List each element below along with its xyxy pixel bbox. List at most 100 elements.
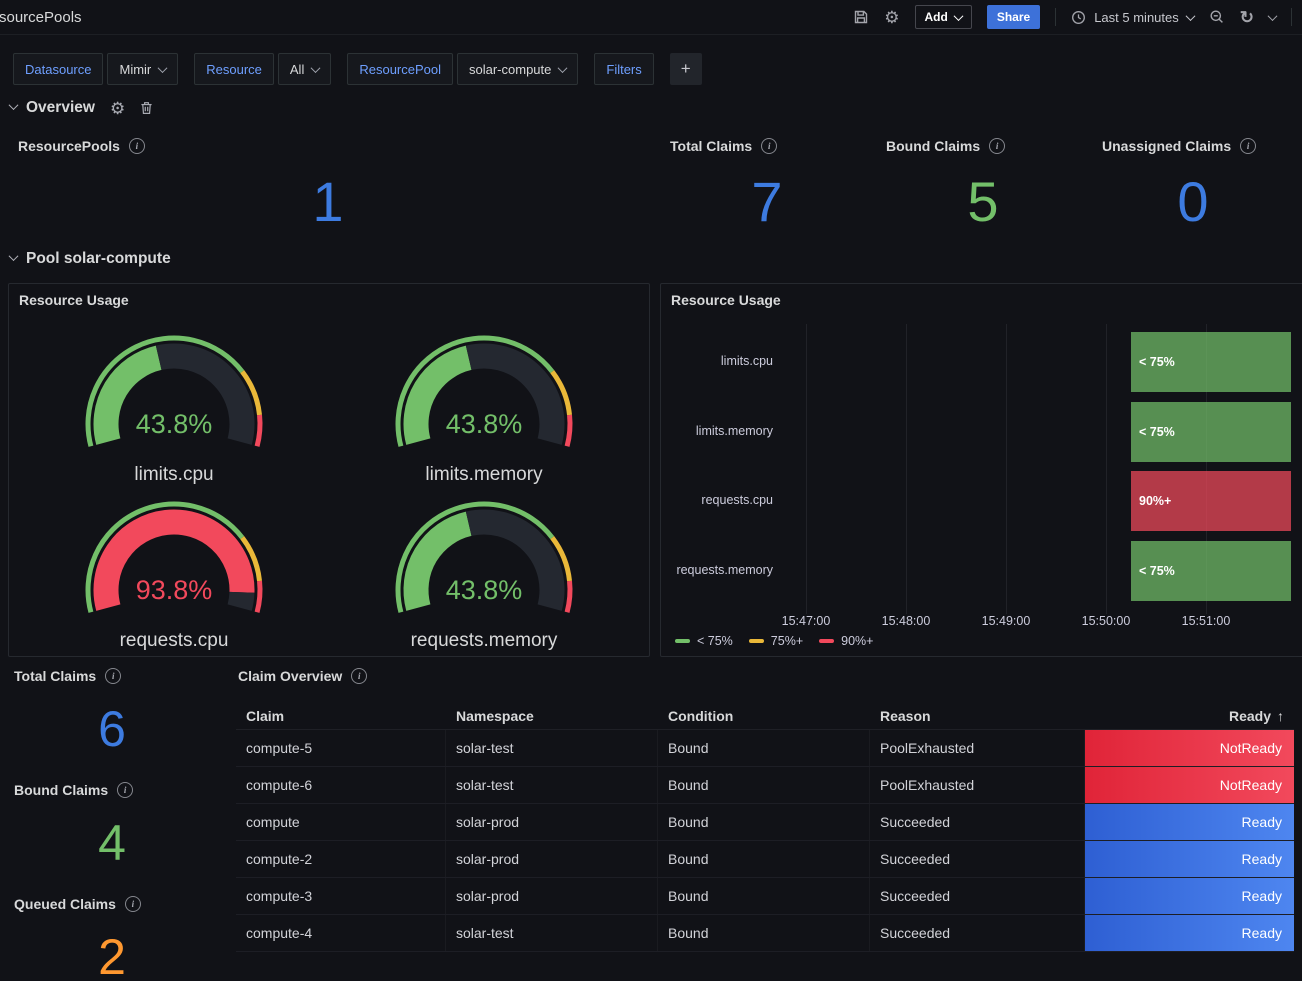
grafana-dashboard: sourcePools Add Share Last 5 minutes — [0, 0, 1302, 981]
add-filter-button[interactable]: + — [670, 53, 702, 85]
chevron-down-icon — [311, 63, 321, 73]
cell-reason: PoolExhausted — [870, 730, 1085, 766]
gridline — [1006, 324, 1007, 614]
add-button[interactable]: Add — [915, 5, 972, 29]
sort-arrow-icon: ↑ — [1277, 708, 1284, 724]
legend-swatch-icon — [819, 639, 834, 643]
dashboard-settings-icon[interactable] — [884, 9, 899, 26]
panel-stat-total-claims-pool: Total Claims 6 — [0, 660, 224, 774]
time-range-label: Last 5 minutes — [1094, 10, 1179, 25]
panel-claim-overview: Claim Overview ClaimNamespaceConditionRe… — [228, 660, 1302, 981]
section-trash-icon[interactable] — [140, 101, 153, 115]
legend-label: 90%+ — [841, 634, 873, 648]
legend-item[interactable]: < 75% — [675, 634, 733, 648]
column-header-reason[interactable]: Reason — [870, 702, 1085, 729]
variable-value-dropdown[interactable]: All — [278, 53, 331, 85]
panel-stat-unassigned-claims: Unassigned Claims 0 — [1092, 130, 1294, 242]
share-button[interactable]: Share — [987, 5, 1040, 29]
cell-ready-status: Ready — [1085, 878, 1294, 914]
state-label: 90%+ — [1139, 494, 1171, 508]
gauge-value: 43.8% — [446, 409, 523, 439]
cell-claim: compute-3 — [236, 878, 446, 914]
toolbar: sourcePools Add Share Last 5 minutes — [0, 0, 1302, 35]
legend-item[interactable]: 90%+ — [819, 634, 873, 648]
variable-value-dropdown[interactable]: solar-compute — [457, 53, 578, 85]
variable-label: Datasource — [13, 53, 103, 85]
table-row: compute-6solar-testBoundPoolExhaustedNot… — [236, 767, 1294, 804]
panel-title[interactable]: ResourcePools — [18, 138, 120, 154]
panel-title[interactable]: Queued Claims — [14, 896, 116, 912]
legend-swatch-icon — [675, 639, 690, 643]
variable-value: All — [290, 62, 304, 77]
column-header-namespace[interactable]: Namespace — [446, 702, 658, 729]
cell-claim: compute-5 — [236, 730, 446, 766]
state-timeline: limits.cpu< 75%limits.memory< 75%request… — [661, 284, 1302, 656]
cell-ready-status: Ready — [1085, 915, 1294, 951]
timeline-row-label: limits.cpu — [661, 354, 773, 368]
column-header-ready[interactable]: Ready↑ — [1085, 702, 1294, 729]
panel-title[interactable]: Claim Overview — [238, 668, 342, 684]
divider — [1291, 8, 1292, 26]
panel-title[interactable]: Total Claims — [670, 138, 752, 154]
panel-gauge-resource-usage: Resource Usage 43.8%limits.cpu43.8%limit… — [8, 283, 650, 657]
filters-button[interactable]: Filters — [594, 53, 653, 85]
info-icon[interactable] — [351, 668, 367, 684]
panel-title[interactable]: Total Claims — [14, 668, 96, 684]
stat-value: 0 — [1092, 174, 1294, 230]
cell-ready-status: NotReady — [1085, 767, 1294, 803]
legend-swatch-icon — [749, 639, 764, 643]
timeline-state-bar: 90%+ — [1131, 471, 1291, 531]
panel-stat-bound-claims: Bound Claims 5 — [876, 130, 1090, 242]
zoom-out-icon[interactable] — [1209, 9, 1225, 25]
chevron-down-icon — [953, 11, 963, 21]
cell-condition: Bound — [658, 767, 870, 803]
refresh-button[interactable] — [1240, 9, 1254, 26]
x-axis-tick: 15:50:00 — [1064, 614, 1148, 628]
info-icon[interactable] — [1240, 138, 1256, 154]
panel-title[interactable]: Bound Claims — [14, 782, 108, 798]
cell-namespace: solar-test — [446, 915, 658, 951]
gauge-limits.cpu: 43.8%limits.cpu — [19, 320, 329, 486]
cell-reason: Succeeded — [870, 804, 1085, 840]
cell-namespace: solar-prod — [446, 841, 658, 877]
gridline — [1106, 324, 1107, 614]
timeline-row-label: requests.cpu — [661, 493, 773, 507]
gauge-value: 43.8% — [136, 409, 213, 439]
info-icon[interactable] — [129, 138, 145, 154]
info-icon[interactable] — [125, 896, 141, 912]
cell-namespace: solar-test — [446, 730, 658, 766]
info-icon[interactable] — [117, 782, 133, 798]
table-row: compute-4solar-testBoundSucceededReady — [236, 915, 1294, 952]
panel-title[interactable]: Bound Claims — [886, 138, 980, 154]
info-icon[interactable] — [761, 138, 777, 154]
gauge-value: 93.8% — [136, 575, 213, 605]
gauge-label: requests.cpu — [120, 630, 229, 652]
refresh-interval-caret[interactable] — [1268, 11, 1278, 21]
timeline-legend: < 75% 75%+ 90%+ — [675, 634, 873, 648]
panel-title[interactable]: Unassigned Claims — [1102, 138, 1231, 154]
column-header-claim[interactable]: Claim — [236, 702, 446, 729]
chevron-down-icon — [558, 63, 568, 73]
time-range-picker[interactable]: Last 5 minutes — [1071, 10, 1194, 25]
collapse-chevron-icon — [9, 251, 19, 261]
section-pool-solar-compute[interactable]: Pool solar-compute — [10, 250, 171, 268]
info-icon[interactable] — [105, 668, 121, 684]
section-settings-icon[interactable] — [110, 100, 125, 117]
save-dashboard-icon[interactable] — [853, 9, 869, 25]
info-icon[interactable] — [989, 138, 1005, 154]
column-header-condition[interactable]: Condition — [658, 702, 870, 729]
stat-value: 2 — [0, 932, 224, 981]
panel-stat-bound-claims-pool: Bound Claims 4 — [0, 774, 224, 888]
chevron-down-icon — [158, 63, 168, 73]
cell-condition: Bound — [658, 804, 870, 840]
gauge-label: limits.memory — [425, 464, 542, 486]
panel-title[interactable]: Resource Usage — [19, 292, 129, 308]
legend-item[interactable]: 75%+ — [749, 634, 803, 648]
section-overview[interactable]: Overview — [10, 99, 153, 117]
timeline-state-bar: < 75% — [1131, 402, 1291, 462]
variable-group: ResourcePool solar-compute — [347, 53, 578, 85]
cell-claim: compute-2 — [236, 841, 446, 877]
variable-value: Mimir — [119, 62, 151, 77]
variable-value-dropdown[interactable]: Mimir — [107, 53, 178, 85]
variable-group: Resource All — [194, 53, 331, 85]
